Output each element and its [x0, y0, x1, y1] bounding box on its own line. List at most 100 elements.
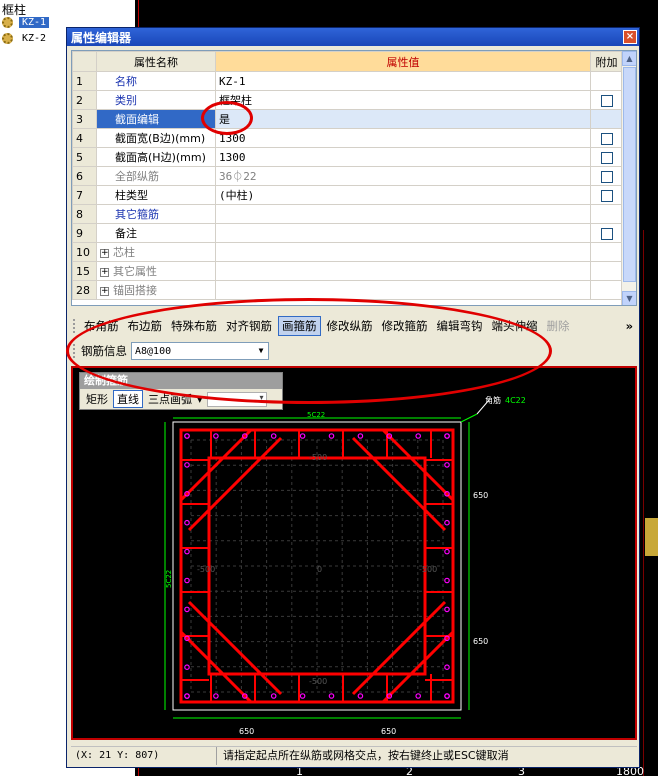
canvas-scroll-marker[interactable]	[645, 518, 658, 556]
toolbar-button-0[interactable]: 布角筋	[81, 317, 122, 335]
property-value[interactable]	[215, 261, 591, 281]
table-row[interactable]: 4 截面宽(B边)(mm) 1300	[72, 128, 623, 148]
property-name[interactable]: + 锚固搭接	[96, 280, 216, 300]
toolbar-button-5[interactable]: 修改纵筋	[324, 317, 376, 335]
property-name[interactable]: 截面高(H边)(mm)	[96, 147, 216, 167]
rebar-point	[444, 462, 450, 468]
toolbar-button-6[interactable]: 修改箍筋	[379, 317, 431, 335]
property-value[interactable]: 是	[215, 109, 591, 129]
property-name[interactable]: 类别	[96, 90, 216, 110]
extra-checkbox[interactable]	[600, 132, 613, 145]
property-name-label: 其它属性	[113, 265, 157, 278]
property-value[interactable]: 框架柱	[215, 90, 591, 110]
rectangle-button[interactable]: 矩形	[83, 391, 111, 407]
rebar-point	[270, 433, 277, 439]
three-point-arc-button[interactable]: 三点画弧	[145, 391, 195, 407]
gear-icon	[2, 33, 13, 44]
extra-checkbox[interactable]	[600, 151, 613, 164]
tree-item-kz-1[interactable]: KZ-1	[2, 15, 50, 30]
table-row[interactable]: 5 截面高(H边)(mm) 1300	[72, 147, 623, 167]
property-name[interactable]: 截面宽(B边)(mm)	[96, 128, 216, 148]
table-row[interactable]: 3 截面编辑 是	[72, 109, 623, 129]
property-name[interactable]: 柱类型	[96, 185, 216, 205]
extra-checkbox[interactable]	[600, 94, 613, 107]
extra-cell	[590, 71, 623, 91]
table-row[interactable]: 6 全部纵筋 36⏀22	[72, 166, 623, 186]
grid-label: -500	[309, 677, 327, 686]
property-name[interactable]: + 芯柱	[96, 242, 216, 262]
rebar-point	[184, 664, 190, 671]
extra-checkbox[interactable]	[600, 189, 613, 202]
line-button[interactable]: 直线	[113, 390, 143, 408]
extra-cell	[590, 204, 623, 224]
row-number: 3	[72, 109, 97, 129]
rebar-point	[299, 693, 306, 699]
property-value[interactable]	[215, 204, 591, 224]
rebar-info-label: 钢筋信息	[81, 344, 127, 358]
draw-stirrup-buttons: 矩形 直线 三点画弧 ▾ ▾	[80, 389, 282, 409]
draw-stirrup-title[interactable]: 绘制箍筋	[80, 373, 282, 389]
property-table: 属性名称 属性值 附加 1 名称 KZ-1 2 类别 框架柱 3 截面编辑 是 4 截面宽(B边)(…	[72, 51, 623, 300]
table-row[interactable]: 10 + 芯柱	[72, 242, 623, 262]
property-value[interactable]: KZ-1	[215, 71, 591, 91]
scroll-thumb[interactable]	[623, 67, 636, 282]
table-row[interactable]: 28 + 锚固搭接	[72, 280, 623, 300]
window-title: 属性编辑器	[71, 30, 132, 45]
rebar-point	[444, 519, 450, 526]
property-name[interactable]: 截面编辑	[96, 109, 216, 129]
window-titlebar[interactable]: 属性编辑器 ×	[67, 28, 639, 46]
property-name[interactable]: 备注	[96, 223, 216, 243]
property-name[interactable]: 全部纵筋	[96, 166, 216, 186]
row-number: 7	[72, 185, 97, 205]
arc-option-combo[interactable]: ▾	[206, 391, 267, 407]
chevron-down-icon[interactable]: ▼	[254, 343, 268, 359]
scroll-up-icon[interactable]: ▲	[622, 51, 636, 66]
extra-checkbox[interactable]	[600, 170, 613, 183]
toolbar-button-9[interactable]: 删除	[544, 317, 573, 335]
property-name[interactable]: 其它箍筋	[96, 204, 216, 224]
table-row[interactable]: 15 + 其它属性	[72, 261, 623, 281]
rebar-point	[184, 606, 190, 613]
toolbar-grip[interactable]	[73, 319, 77, 333]
toolbar-grip[interactable]	[73, 344, 77, 358]
toolbar-button-4[interactable]: 画箍筋	[278, 316, 321, 336]
property-value[interactable]: 1300	[215, 128, 591, 148]
extra-checkbox[interactable]	[600, 227, 613, 240]
toolbar-button-1[interactable]: 布边筋	[125, 317, 166, 335]
toolbar-button-2[interactable]: 特殊布筋	[168, 317, 220, 335]
property-name[interactable]: 名称	[96, 71, 216, 91]
table-row[interactable]: 8 其它箍筋	[72, 204, 623, 224]
expand-icon[interactable]: +	[100, 267, 109, 277]
toolbar-button-8[interactable]: 端头伸缩	[489, 317, 541, 335]
property-value[interactable]	[215, 242, 591, 262]
table-row[interactable]: 1 名称 KZ-1	[72, 71, 623, 91]
table-row[interactable]: 7 柱类型 (中柱)	[72, 185, 623, 205]
toolbar-overflow-icon[interactable]: »	[626, 319, 633, 333]
table-row[interactable]: 2 类别 框架柱	[72, 90, 623, 110]
rebar-point	[444, 606, 450, 613]
property-value[interactable]	[215, 280, 591, 300]
property-value[interactable]: (中柱)	[215, 185, 591, 205]
gear-icon	[2, 17, 13, 28]
table-row[interactable]: 9 备注	[72, 223, 623, 243]
property-value[interactable]	[215, 223, 591, 243]
chevron-down-icon[interactable]: ▾	[197, 393, 203, 406]
scroll-down-icon[interactable]: ▼	[622, 291, 636, 305]
property-value[interactable]: 36⏀22	[215, 166, 591, 186]
rebar-point	[184, 433, 190, 439]
property-value[interactable]: 1300	[215, 147, 591, 167]
toolbar-button-3[interactable]: 对齐钢筋	[223, 317, 275, 335]
toolbar-button-7[interactable]: 编辑弯钩	[434, 317, 486, 335]
section-drawing-area[interactable]: 角筋 4C22 5C22 5C22 650 650 650 650 -500 -…	[71, 366, 637, 740]
rebar-info-row: 钢筋信息 A8@100 ▼	[71, 340, 269, 362]
close-button[interactable]: ×	[623, 30, 637, 44]
grid-scrollbar[interactable]: ▲ ▼	[621, 51, 636, 305]
column-section-drawing[interactable]: 角筋 4C22 5C22 5C22 650 650 650 650 -500 -…	[73, 368, 635, 738]
tree-item-kz-2[interactable]: KZ-2	[2, 31, 49, 46]
expand-icon[interactable]: +	[100, 286, 109, 296]
extra-cell	[590, 223, 623, 243]
expand-icon[interactable]: +	[100, 248, 109, 258]
extra-cell	[590, 280, 623, 300]
rebar-info-combo[interactable]: A8@100 ▼	[131, 342, 269, 360]
property-name[interactable]: + 其它属性	[96, 261, 216, 281]
